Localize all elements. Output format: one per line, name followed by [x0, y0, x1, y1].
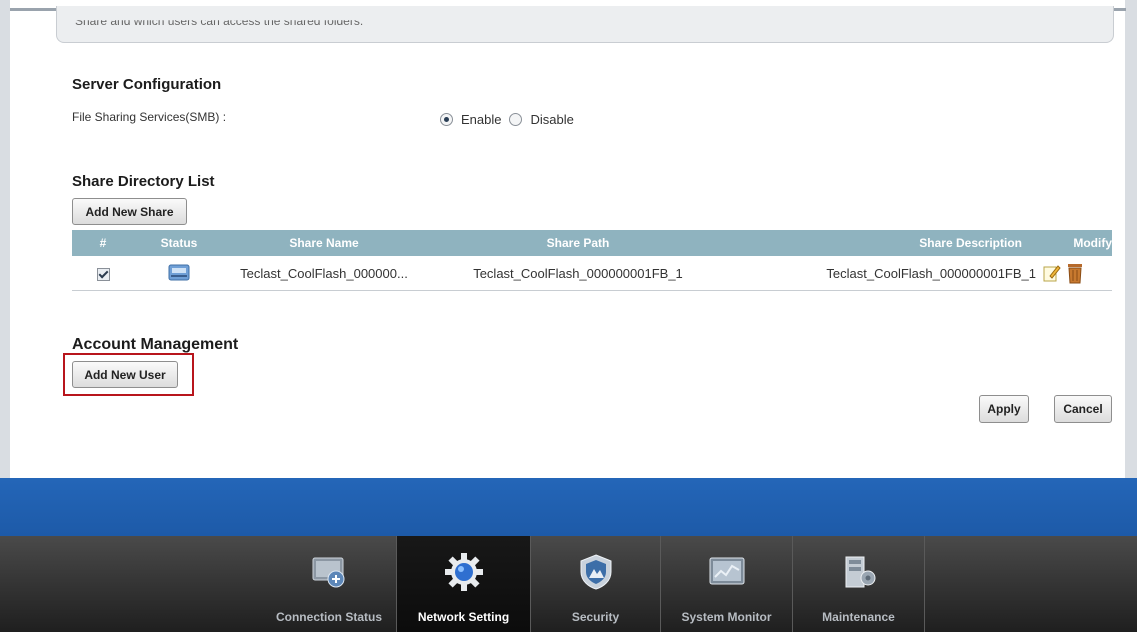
table-row: Teclast_CoolFlash_000000... Teclast_Cool…	[72, 256, 1112, 291]
apply-button[interactable]: Apply	[979, 395, 1029, 423]
nav-label: Connection Status	[275, 610, 382, 624]
enable-radio[interactable]	[440, 113, 453, 126]
nav-system-monitor[interactable]: System Monitor	[661, 536, 792, 632]
blue-band	[0, 478, 1137, 536]
share-table: # Status Share Name Share Path Share Des…	[72, 230, 1112, 291]
monitor-chart-icon	[709, 557, 744, 585]
col-share-path: Share Path	[424, 230, 732, 256]
disable-radio[interactable]	[509, 113, 523, 126]
account-management-title: Account Management	[72, 336, 239, 353]
edit-icon[interactable]	[1042, 263, 1062, 283]
server-config-title: Server Configuration	[72, 76, 222, 93]
col-modify: Modify	[1042, 230, 1112, 256]
drive-icon	[168, 264, 190, 280]
col-share-name: Share Name	[224, 230, 424, 256]
row-checkbox[interactable]	[96, 267, 110, 281]
info-text: Share and which users can access the sha…	[75, 14, 364, 28]
share-path-cell: Teclast_CoolFlash_000000001FB_1	[424, 256, 732, 291]
nav-maintenance[interactable]: Maintenance	[793, 536, 924, 632]
disable-label: Disable	[530, 112, 574, 127]
nav-security[interactable]: Security	[531, 536, 660, 632]
info-panel: Share and which users can access the sha…	[56, 6, 1114, 43]
col-status: Status	[134, 230, 224, 256]
delete-icon[interactable]	[1066, 262, 1084, 284]
nav-label: Security	[571, 610, 620, 624]
nav-label: System Monitor	[681, 610, 772, 624]
page: Share and which users can access the sha…	[0, 0, 1137, 632]
smb-radio-group: Enable Disable	[440, 112, 574, 127]
left-border	[0, 0, 10, 478]
share-description-cell: Teclast_CoolFlash_000000001FB_1	[732, 256, 1042, 291]
cancel-button[interactable]: Cancel	[1054, 395, 1112, 423]
share-name-cell: Teclast_CoolFlash_000000...	[224, 256, 424, 291]
col-number: #	[72, 230, 134, 256]
nav-label: Maintenance	[822, 610, 895, 624]
nav-connection-status[interactable]: Connection Status	[262, 536, 396, 632]
maintenance-icon	[845, 556, 875, 588]
share-list-title: Share Directory List	[72, 173, 215, 190]
nav-network-setting[interactable]: Network Setting	[397, 536, 530, 632]
nav-separator	[924, 536, 925, 632]
gear-icon	[444, 553, 483, 591]
add-new-share-button[interactable]: Add New Share	[72, 198, 187, 225]
col-share-description: Share Description	[732, 230, 1042, 256]
enable-label: Enable	[461, 112, 502, 127]
bottom-nav: Connection Status Network Setting Securi…	[0, 536, 1137, 632]
right-border	[1125, 0, 1137, 478]
highlight-box	[63, 353, 194, 396]
shield-icon	[580, 554, 611, 590]
smb-label: File Sharing Services(SMB) :	[72, 110, 227, 124]
nav-label: Network Setting	[417, 610, 510, 624]
connection-status-icon	[312, 557, 345, 588]
table-header-row: # Status Share Name Share Path Share Des…	[72, 230, 1112, 256]
